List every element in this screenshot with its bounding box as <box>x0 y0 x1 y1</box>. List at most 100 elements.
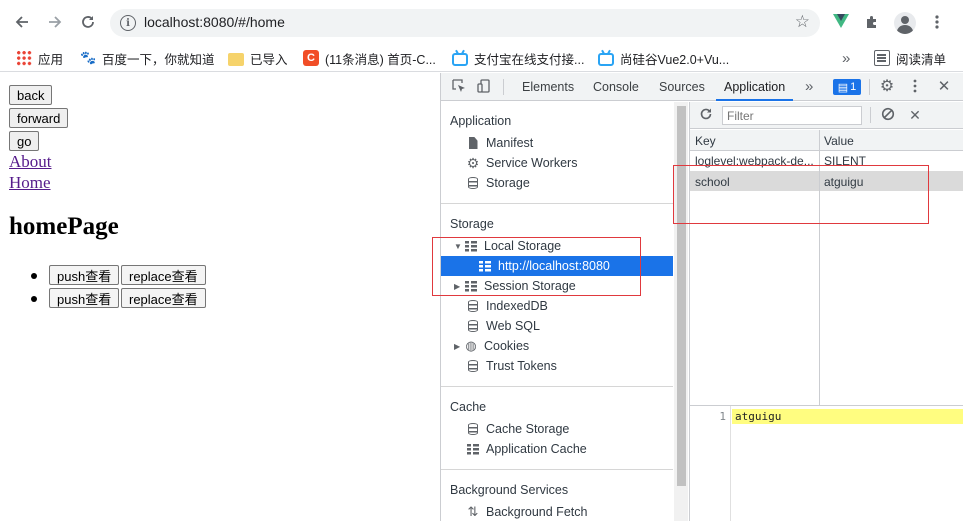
sidebar-item-label: Trust Tokens <box>486 359 557 373</box>
column-header-key[interactable]: Key <box>695 134 716 148</box>
sidebar-item-cookies[interactable]: ▶ ◍ Cookies <box>441 336 673 356</box>
bookmark-label: (11条消息) 首页-C... <box>325 52 436 67</box>
replace-view-button[interactable]: replace查看 <box>121 288 206 308</box>
go-button[interactable]: go <box>9 131 40 151</box>
tab-elements[interactable]: Elements <box>522 73 574 101</box>
expanded-triangle-icon[interactable]: ▼ <box>454 242 464 251</box>
bookmark-label: 尚硅谷Vue2.0+Vu... <box>620 52 730 67</box>
list-bullet <box>31 273 37 279</box>
bookmark-apps[interactable]: 应用 <box>16 48 63 68</box>
back-arrow-icon[interactable] <box>12 12 32 32</box>
cookie-icon: ◍ <box>465 338 477 353</box>
sidebar-item-label: http://localhost:8080 <box>498 259 610 273</box>
sidebar-item-cache-storage[interactable]: Cache Storage <box>441 419 673 439</box>
application-sidebar: Application Manifest ⚙ Service Workers S… <box>441 102 674 521</box>
tab-application[interactable]: Application <box>715 73 794 101</box>
close-devtools-icon[interactable]: ✕ <box>936 79 952 95</box>
line-gutter: 1 <box>690 406 731 521</box>
bookmark-vue-course[interactable]: 尚硅谷Vue2.0+Vu... <box>598 48 729 68</box>
table-cell-value[interactable]: atguigu <box>824 175 863 189</box>
column-header-value[interactable]: Value <box>824 134 854 148</box>
sidebar-item-service-workers[interactable]: ⚙ Service Workers <box>441 153 673 173</box>
url-text: localhost:8080/#/home <box>144 14 285 30</box>
table-cell-key[interactable]: school <box>695 175 730 189</box>
preview-value[interactable]: atguigu <box>732 409 963 424</box>
sidebar-item-application-cache[interactable]: Application Cache <box>441 439 673 459</box>
issues-count: 1 <box>850 81 857 93</box>
sidebar-item-web-sql[interactable]: Web SQL <box>441 316 673 336</box>
sidebar-item-manifest[interactable]: Manifest <box>441 133 673 153</box>
delete-selected-icon[interactable]: ✕ <box>907 107 923 123</box>
sidebar-item-local-storage[interactable]: ▼ Local Storage <box>441 236 673 256</box>
settings-gear-icon[interactable]: ⚙ <box>879 79 895 95</box>
site-info-icon[interactable]: i <box>120 15 136 31</box>
devtools-panel: Elements Console Sources Application » ▤… <box>440 73 963 521</box>
bookmark-alipay[interactable]: 支付宝在线支付接... <box>452 48 584 68</box>
about-link[interactable]: About <box>9 152 52 172</box>
more-tabs-button[interactable]: » <box>805 73 813 101</box>
refresh-icon[interactable] <box>698 107 714 123</box>
forward-arrow-icon[interactable] <box>45 12 65 32</box>
profile-avatar[interactable] <box>894 12 916 34</box>
sidebar-item-label: Service Workers <box>486 156 578 170</box>
reading-list-icon <box>874 50 890 66</box>
apps-grid-icon <box>16 50 32 66</box>
sidebar-item-label: Cookies <box>484 339 530 353</box>
bookmark-baidu[interactable]: 🐾 百度一下，你就知道 <box>80 48 215 68</box>
collapsed-triangle-icon[interactable]: ▶ <box>454 282 464 291</box>
sidebar-item-indexeddb[interactable]: IndexedDB <box>441 296 673 316</box>
vue-devtools-extension-icon[interactable] <box>833 14 849 28</box>
sidebar-item-background-fetch[interactable]: ⇅ Background Fetch <box>441 502 673 521</box>
tab-console[interactable]: Console <box>593 73 639 101</box>
sidebar-item-label: Session Storage <box>484 279 576 293</box>
browser-menu-icon[interactable] <box>927 12 947 32</box>
device-toolbar-icon[interactable] <box>476 79 492 95</box>
bookmark-label: 已导入 <box>250 52 288 67</box>
collapsed-triangle-icon[interactable]: ▶ <box>454 342 464 351</box>
push-view-button[interactable]: push查看 <box>49 288 120 308</box>
back-button[interactable]: back <box>9 85 53 105</box>
bookmark-imported-folder[interactable]: 已导入 <box>228 48 288 68</box>
tab-sources[interactable]: Sources <box>659 73 705 101</box>
home-link[interactable]: Home <box>9 173 51 193</box>
database-icon <box>466 319 480 333</box>
forward-button[interactable]: forward <box>9 108 69 128</box>
more-bookmarks-button[interactable]: » <box>842 48 850 68</box>
replace-view-button[interactable]: replace查看 <box>121 265 206 285</box>
column-divider[interactable] <box>819 130 820 405</box>
address-bar[interactable]: i localhost:8080/#/home ☆ <box>110 9 820 37</box>
bookmark-label: 应用 <box>38 52 64 67</box>
bookmark-csdn[interactable]: C (11条消息) 首页-C... <box>303 48 436 68</box>
table-cell-key[interactable]: loglevel:webpack-de... <box>695 154 815 168</box>
sidebar-item-label: Web SQL <box>486 319 540 333</box>
browser-toolbar: i localhost:8080/#/home ☆ <box>0 0 963 44</box>
sidebar-scrollbar-thumb[interactable] <box>677 106 686 486</box>
issues-badge[interactable]: ▤ 1 <box>833 79 861 95</box>
message-icon: ▤ <box>837 81 849 94</box>
clear-all-icon[interactable] <box>880 107 896 123</box>
sidebar-item-label: Local Storage <box>484 239 562 253</box>
database-icon <box>466 359 480 373</box>
toolbar-divider <box>870 107 871 123</box>
table-cell-value[interactable]: SILENT <box>824 154 866 168</box>
sidebar-item-storage[interactable]: Storage <box>441 173 673 193</box>
extensions-puzzle-icon[interactable] <box>862 12 882 32</box>
devtools-menu-icon[interactable] <box>907 79 923 95</box>
sidebar-item-session-storage[interactable]: ▶ Session Storage <box>441 276 673 296</box>
reload-icon[interactable] <box>78 12 98 32</box>
sidebar-item-local-storage-origin[interactable]: http://localhost:8080 <box>441 256 673 276</box>
reading-list-label: 阅读清单 <box>896 52 947 67</box>
page-viewport: back forward go About Home homePage push… <box>0 73 440 521</box>
push-view-button[interactable]: push查看 <box>49 265 120 285</box>
reading-list-button[interactable]: 阅读清单 <box>874 48 946 68</box>
bookmark-star-icon[interactable]: ☆ <box>795 12 810 32</box>
key-value-table: Key Value loglevel:webpack-de... SILENT … <box>690 130 963 405</box>
inspect-element-icon[interactable] <box>451 79 467 95</box>
sidebar-item-label: Manifest <box>486 136 534 150</box>
database-icon <box>466 299 480 313</box>
filter-input[interactable] <box>722 106 862 125</box>
sidebar-item-trust-tokens[interactable]: Trust Tokens <box>441 356 673 376</box>
bilibili-tv-icon <box>598 53 614 66</box>
section-header-storage: Storage <box>450 217 494 231</box>
line-number: 1 <box>719 410 726 423</box>
